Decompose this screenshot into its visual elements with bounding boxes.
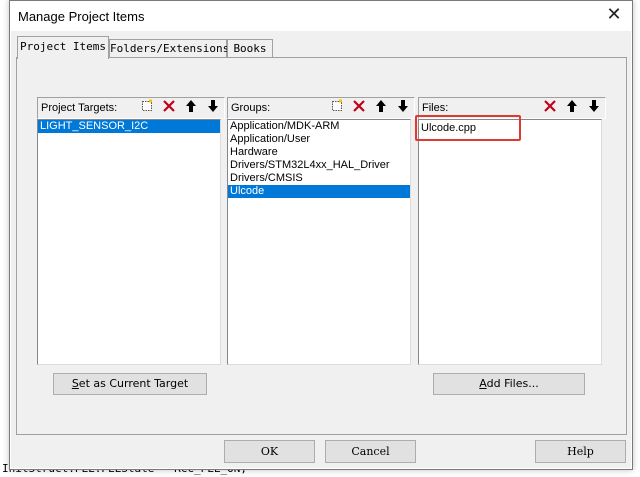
groups-list[interactable]: Application/MDK-ARM Application/User Har…	[227, 119, 411, 365]
targets-header: Project Targets:	[37, 97, 225, 119]
highlight-box	[415, 115, 521, 141]
tab-books[interactable]: Books	[227, 39, 273, 58]
add-files-label: dd Files...	[486, 377, 539, 390]
list-item[interactable]: LIGHT_SENSOR_I2C	[38, 120, 220, 133]
arrow-up-icon[interactable]	[562, 99, 582, 117]
arrow-up-icon[interactable]	[181, 99, 201, 117]
files-list[interactable]: Ulcode.cpp	[418, 119, 602, 365]
list-item[interactable]: Drivers/STM32L4xx_HAL_Driver	[228, 159, 410, 172]
arrow-down-icon[interactable]	[584, 99, 604, 117]
dialog-client-area: Project Items Folders/Extensions Books P…	[11, 31, 631, 468]
delete-icon[interactable]	[540, 99, 560, 117]
set-current-label: et as Current Target	[78, 377, 189, 390]
list-item[interactable]: Drivers/CMSIS	[228, 172, 410, 185]
set-current-target-button[interactable]: Set as Current Target	[53, 373, 207, 395]
delete-icon[interactable]	[349, 99, 369, 117]
ok-button[interactable]: OK	[224, 440, 315, 463]
files-label: Files:	[422, 102, 449, 114]
manage-project-items-dialog: Manage Project Items ✕ Project Items Fol…	[9, 0, 633, 470]
title-bar: Manage Project Items ✕	[10, 1, 632, 31]
tab-project-items[interactable]: Project Items	[17, 36, 109, 59]
dialog-title: Manage Project Items	[18, 9, 145, 24]
close-icon[interactable]: ✕	[604, 5, 624, 25]
list-item[interactable]: Application/MDK-ARM	[228, 120, 410, 133]
list-item[interactable]: Application/User	[228, 133, 410, 146]
set-current-mnemonic: S	[71, 377, 79, 390]
add-files-mnemonic: A	[479, 377, 487, 390]
arrow-down-icon[interactable]	[393, 99, 413, 117]
new-item-icon[interactable]	[327, 99, 347, 117]
groups-label: Groups:	[231, 102, 271, 114]
project-items-panel: Project Targets: LIGHT_SENSOR_I2C Groups…	[16, 57, 627, 435]
tab-folders-extensions[interactable]: Folders/Extensions	[109, 39, 229, 58]
add-files-button[interactable]: Add Files...	[433, 373, 585, 395]
arrow-down-icon[interactable]	[203, 99, 223, 117]
delete-icon[interactable]	[159, 99, 179, 117]
cancel-button[interactable]: Cancel	[325, 440, 416, 463]
list-item[interactable]: Ulcode	[228, 185, 410, 198]
arrow-up-icon[interactable]	[371, 99, 391, 117]
targets-label: Project Targets:	[41, 102, 118, 114]
groups-header: Groups:	[227, 97, 415, 119]
targets-list[interactable]: LIGHT_SENSOR_I2C	[37, 119, 221, 365]
help-button[interactable]: Help	[535, 440, 626, 463]
new-item-icon[interactable]	[137, 99, 157, 117]
list-item[interactable]: Hardware	[228, 146, 410, 159]
